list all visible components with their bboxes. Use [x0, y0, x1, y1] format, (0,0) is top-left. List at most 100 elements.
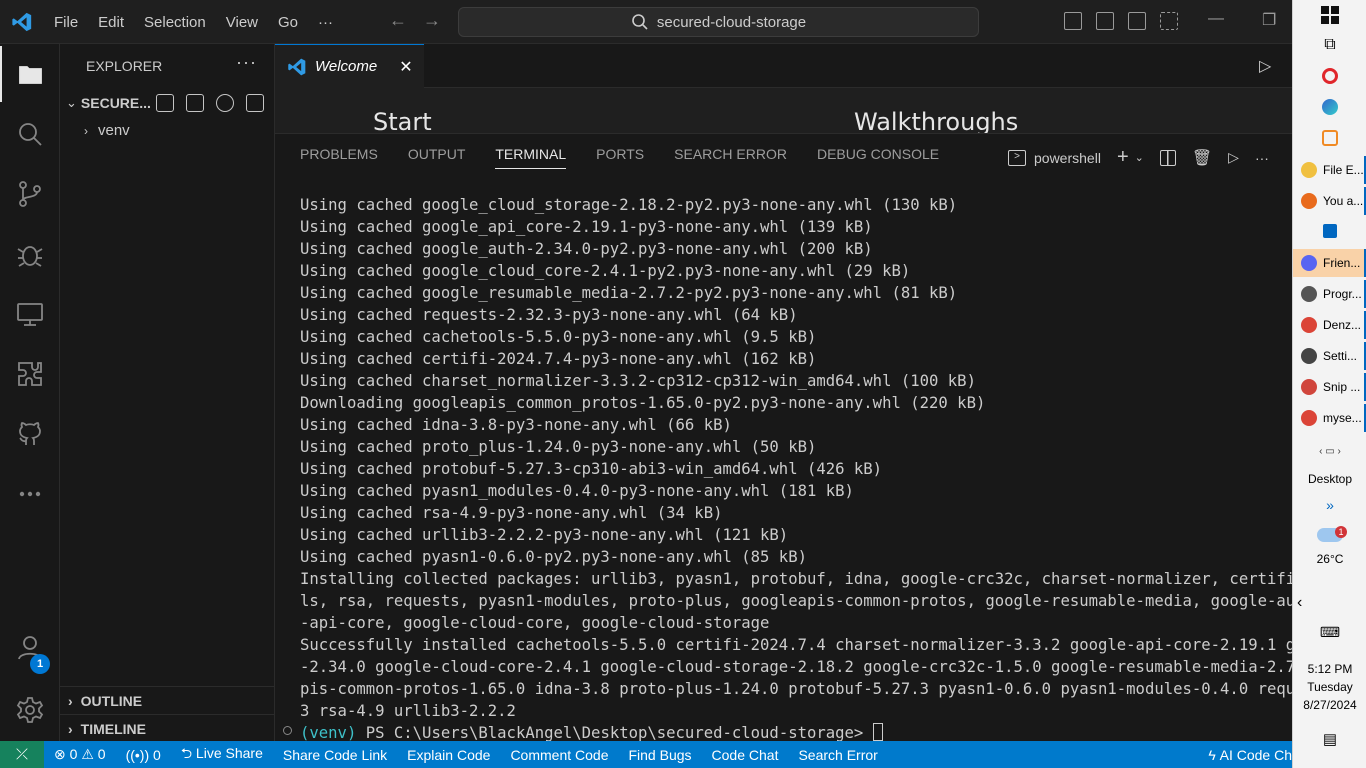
- refresh-icon[interactable]: [216, 94, 234, 112]
- tree-item-venv[interactable]: › venv: [84, 122, 130, 139]
- desktop-label[interactable]: Desktop: [1293, 472, 1366, 486]
- ai-code-button[interactable]: ϟ AI Code Ch: [1198, 747, 1292, 763]
- windows-start-icon[interactable]: [1293, 6, 1366, 27]
- menu-view[interactable]: View: [216, 14, 268, 31]
- github-icon[interactable]: [0, 406, 60, 462]
- explorer-sidebar: EXPLORER ··· ⌄ SECURE... › venv › OUTLIN…: [60, 44, 275, 741]
- remote-explorer-icon[interactable]: [0, 286, 60, 342]
- workspace-folder-name: SECURE...: [80, 95, 151, 111]
- collapse-all-icon[interactable]: [246, 94, 264, 112]
- run-debug-icon[interactable]: [0, 226, 60, 282]
- welcome-start-heading: Start: [373, 108, 432, 133]
- app-icon: [1301, 286, 1317, 302]
- remote-indicator-icon[interactable]: ⤫: [0, 741, 44, 768]
- taskbar-scroll[interactable]: ‹ ▭ ›: [1293, 446, 1366, 457]
- explorer-icon[interactable]: [0, 46, 60, 102]
- toggle-secondary-sidebar-icon[interactable]: [1128, 12, 1146, 30]
- taskbar-app[interactable]: Frien...: [1293, 249, 1366, 277]
- new-file-icon[interactable]: [156, 94, 174, 112]
- app-icon: [1301, 348, 1317, 364]
- explain-code-button[interactable]: Explain Code: [397, 747, 500, 763]
- extensions-icon[interactable]: [0, 346, 60, 402]
- toggle-panel-icon[interactable]: [1096, 12, 1114, 30]
- source-control-icon[interactable]: [0, 166, 60, 222]
- back-arrow-icon[interactable]: ←: [386, 10, 410, 31]
- taskbar-app[interactable]: Progr...: [1293, 280, 1366, 308]
- explorer-more-button[interactable]: ···: [236, 52, 257, 73]
- ports-status[interactable]: ((•)) 0: [116, 747, 171, 763]
- run-terminal-icon[interactable]: ▷: [1228, 149, 1239, 166]
- panel-tab-problems[interactable]: PROBLEMS: [300, 146, 378, 169]
- problems-status[interactable]: ⊗ 0 ⚠ 0: [44, 746, 116, 763]
- comment-code-button[interactable]: Comment Code: [500, 747, 618, 763]
- lightning-icon: ϟ: [1208, 746, 1216, 763]
- search-error-button[interactable]: Search Error: [788, 747, 887, 763]
- menu-edit[interactable]: Edit: [88, 14, 134, 31]
- panel-tab-ports[interactable]: PORTS: [596, 146, 644, 169]
- outline-section[interactable]: › OUTLINE: [60, 686, 274, 714]
- panel-tab-debug-console[interactable]: DEBUG CONSOLE: [817, 146, 939, 169]
- chevron-right-icon: ›: [68, 692, 73, 709]
- kill-terminal-trash-icon[interactable]: 🗑: [1192, 148, 1212, 168]
- app-orange-icon[interactable]: [1293, 130, 1366, 149]
- taskbar-app[interactable]: File E...: [1293, 156, 1366, 184]
- new-terminal-icon[interactable]: +: [1117, 146, 1129, 169]
- taskbar-app[interactable]: Denz...: [1293, 311, 1366, 339]
- run-icon[interactable]: ▷: [1259, 56, 1271, 76]
- panel-tab-search-error[interactable]: SEARCH ERROR: [674, 146, 787, 169]
- terminal-prompt[interactable]: (venv) PS C:\Users\BlackAngel\Desktop\se…: [300, 722, 1292, 741]
- weather-cloud-icon[interactable]: 1: [1293, 526, 1366, 545]
- code-chat-button[interactable]: Code Chat: [702, 747, 789, 763]
- menu-go[interactable]: Go: [268, 14, 308, 31]
- share-code-link-button[interactable]: Share Code Link: [273, 747, 397, 763]
- menu-file[interactable]: File: [44, 14, 88, 31]
- terminal-dropdown-icon[interactable]: ⌄: [1135, 151, 1144, 164]
- notifications-icon[interactable]: ▤: [1293, 730, 1366, 748]
- keyboard-icon[interactable]: ⌨: [1293, 624, 1366, 641]
- minimize-icon[interactable]: —: [1208, 10, 1224, 30]
- panel-tab-output[interactable]: OUTPUT: [408, 146, 466, 169]
- edge-icon[interactable]: [1293, 99, 1366, 118]
- panel-tab-terminal[interactable]: TERMINAL: [495, 146, 567, 169]
- tray-chevron-icon[interactable]: ‹: [1293, 594, 1366, 612]
- chevron-right-icon: ›: [84, 123, 88, 138]
- search-view-icon[interactable]: [0, 106, 60, 162]
- clock-time[interactable]: 5:12 PM: [1293, 662, 1366, 676]
- menu-selection[interactable]: Selection: [134, 14, 216, 31]
- more-views-icon[interactable]: [0, 466, 60, 522]
- app-label: Frien...: [1323, 256, 1361, 270]
- live-share-button[interactable]: ⮌ Live Share: [171, 743, 273, 767]
- taskbar-app[interactable]: Setti...: [1293, 342, 1366, 370]
- toggle-sidebar-icon[interactable]: [1064, 12, 1082, 30]
- terminal-line: Using cached urllib3-2.2.2-py3-none-any.…: [300, 526, 789, 544]
- close-tab-icon[interactable]: ✕: [399, 57, 412, 77]
- terminal-line: 3 rsa-4.9 urllib3-2.2.2: [300, 702, 516, 720]
- terminal-line: Downloading googleapis_common_protos-1.6…: [300, 394, 986, 412]
- terminal-output[interactable]: Using cached google_cloud_storage-2.18.2…: [300, 194, 1292, 741]
- taskbar-app[interactable]: myse...: [1293, 404, 1366, 432]
- microsoft-store-icon[interactable]: [1293, 224, 1366, 241]
- taskbar-app[interactable]: Snip ...: [1293, 373, 1366, 401]
- customize-layout-icon[interactable]: [1160, 12, 1178, 30]
- manage-gear-icon[interactable]: [0, 682, 60, 738]
- tab-welcome[interactable]: Welcome ✕: [275, 44, 424, 88]
- split-terminal-icon[interactable]: [1159, 149, 1176, 166]
- taskbar-app[interactable]: You a...: [1293, 187, 1366, 215]
- opera-icon[interactable]: [1293, 68, 1366, 87]
- find-bugs-button[interactable]: Find Bugs: [618, 747, 701, 763]
- error-icon: ⊗: [54, 746, 66, 762]
- timeline-section[interactable]: › TIMELINE: [60, 714, 274, 742]
- task-view-icon[interactable]: ⧉: [1293, 36, 1366, 54]
- maximize-icon[interactable]: ❐: [1262, 10, 1276, 30]
- menu-more[interactable]: ···: [308, 14, 343, 31]
- terminal-shell-name[interactable]: powershell: [1034, 150, 1101, 166]
- weather-badge: 1: [1335, 526, 1347, 538]
- accounts-icon[interactable]: 1: [0, 620, 60, 676]
- warning-icon: ⚠: [81, 746, 94, 762]
- new-folder-icon[interactable]: [186, 94, 204, 112]
- terminal-line: Using cached proto_plus-1.24.0-py3-none-…: [300, 438, 817, 456]
- command-center-search[interactable]: secured-cloud-storage: [458, 7, 979, 37]
- toolbar-chevrons-icon[interactable]: »: [1293, 497, 1366, 513]
- panel-more-icon[interactable]: ···: [1255, 150, 1269, 166]
- forward-arrow-icon[interactable]: →: [420, 10, 444, 31]
